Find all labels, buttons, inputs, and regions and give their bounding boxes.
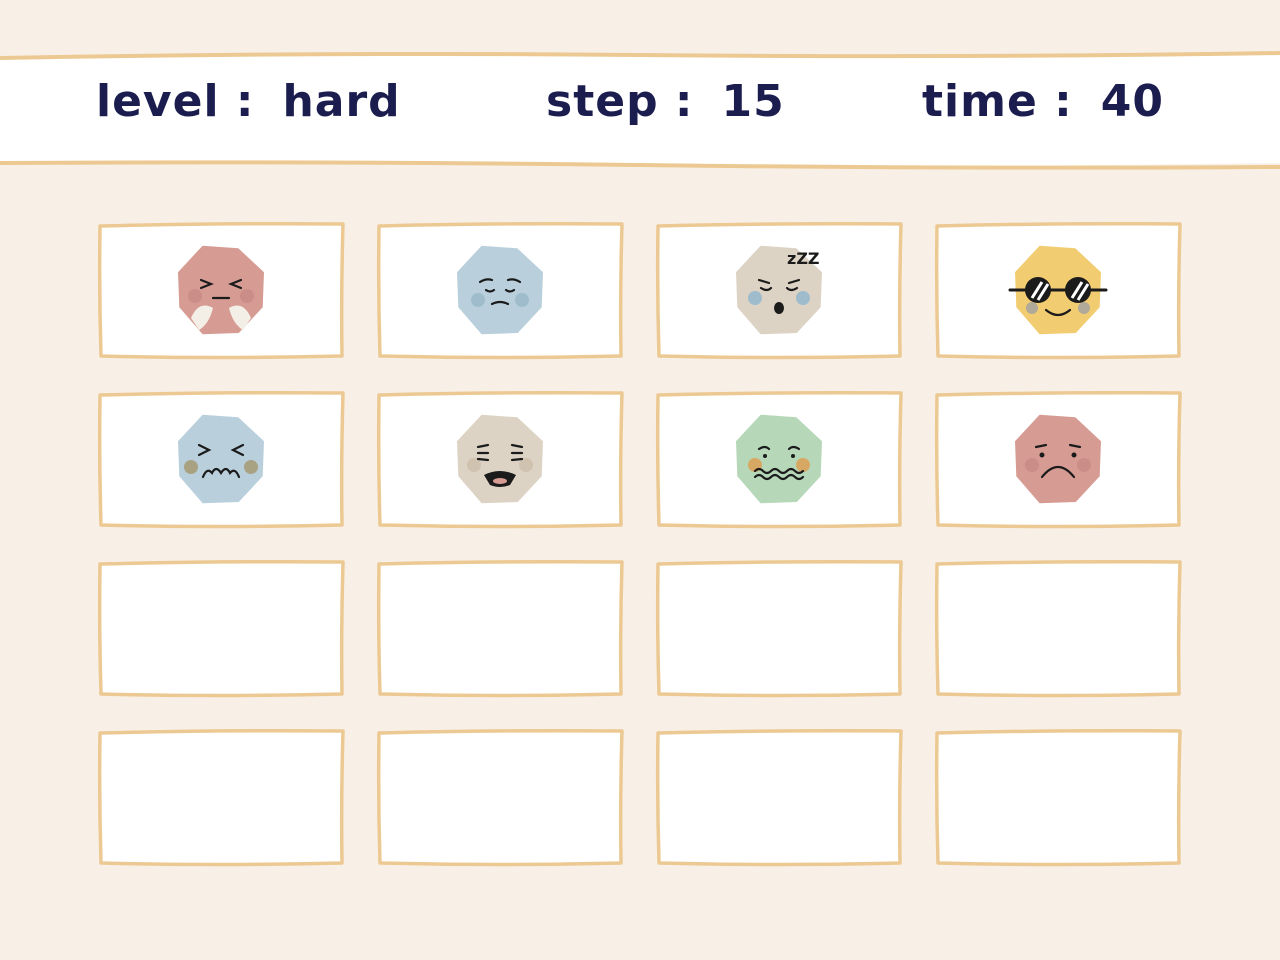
time-label: time : (922, 76, 1073, 127)
card-scared[interactable] (376, 391, 624, 529)
level-display: level : hard (96, 76, 401, 127)
level-value: hard (282, 76, 401, 127)
step-value: 15 (721, 76, 785, 127)
level-label: level : (96, 76, 255, 127)
time-display: time : 40 (922, 76, 1164, 127)
card-sleepy[interactable]: zZZ (655, 222, 903, 360)
card-angry-steam[interactable] (97, 222, 345, 360)
step-label: step : (546, 76, 694, 127)
step-display: step : 15 (546, 76, 785, 127)
zzz-label: zZZ (787, 249, 820, 268)
card-face-down[interactable] (934, 560, 1182, 698)
card-face-down[interactable] (376, 560, 624, 698)
card-face-down[interactable] (376, 729, 624, 867)
card-sad[interactable] (934, 391, 1182, 529)
card-nauseous[interactable] (655, 391, 903, 529)
hud-bar: level : hard step : 15 time : 40 (0, 50, 1280, 170)
card-face-down[interactable] (97, 729, 345, 867)
card-face-down[interactable] (934, 729, 1182, 867)
card-face-down[interactable] (97, 560, 345, 698)
card-grid: zZZ (97, 222, 1187, 867)
card-face-down[interactable] (655, 729, 903, 867)
card-squint-grimace[interactable] (97, 391, 345, 529)
time-value: 40 (1100, 76, 1164, 127)
card-face-down[interactable] (655, 560, 903, 698)
card-worried[interactable] (376, 222, 624, 360)
card-cool-sunglasses[interactable] (934, 222, 1182, 360)
